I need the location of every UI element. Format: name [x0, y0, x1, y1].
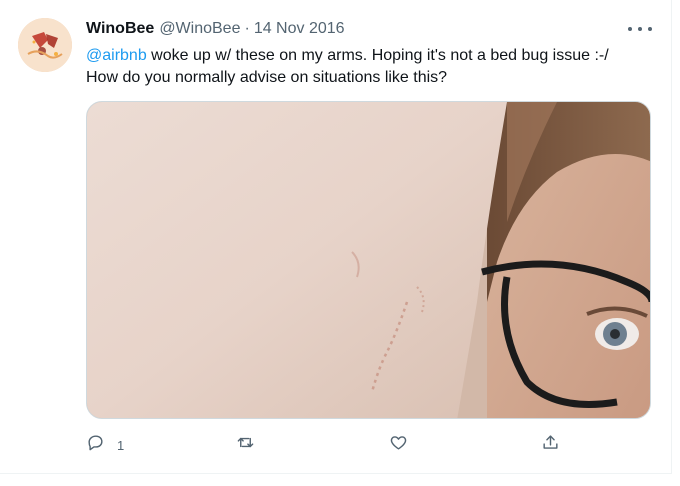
divider-right [671, 0, 672, 474]
share-button[interactable] [541, 432, 560, 458]
tweet-card[interactable]: WinoBee @WinoBee · 14 Nov 2016 @airbnb w… [0, 0, 680, 486]
mention-link[interactable]: @airbnb [86, 47, 147, 64]
more-dot [638, 27, 642, 31]
divider-bottom [0, 473, 672, 474]
retweet-icon [236, 433, 255, 457]
tweet-text: @airbnb woke up w/ these on my arms. Hop… [86, 45, 656, 89]
retweet-button[interactable] [236, 432, 255, 458]
tweet-actions: 1 [86, 432, 566, 458]
author-name[interactable]: WinoBee [86, 20, 154, 38]
reply-icon [86, 433, 105, 457]
author-handle[interactable]: @WinoBee [159, 20, 240, 38]
more-dot [628, 27, 632, 31]
avatar[interactable] [18, 18, 72, 72]
tweet-text-line2: How do you normally advise on situations… [86, 69, 448, 86]
share-icon [541, 433, 560, 457]
tweet-photo[interactable] [86, 101, 651, 419]
reply-button[interactable]: 1 [86, 432, 124, 458]
tweet-header: WinoBee @WinoBee · 14 Nov 2016 [86, 20, 345, 42]
heart-icon [389, 433, 408, 457]
reply-count: 1 [117, 437, 125, 453]
more-dot [648, 27, 652, 31]
tweet-text-line1: woke up w/ these on my arms. Hoping it's… [146, 47, 609, 64]
photo-image [87, 102, 650, 418]
more-options-icon[interactable] [628, 22, 652, 36]
like-button[interactable] [389, 432, 408, 458]
tweet-date[interactable]: 14 Nov 2016 [254, 20, 345, 38]
separator-dot: · [244, 20, 250, 37]
